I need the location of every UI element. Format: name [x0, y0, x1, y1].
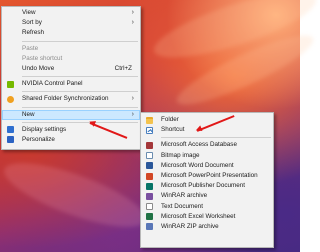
menu-item-refresh[interactable]: Refresh — [2, 28, 140, 38]
menu-item-label: Refresh — [22, 29, 45, 37]
menu-item-label: WinRAR archive — [161, 192, 208, 200]
menu-item-paste: Paste — [2, 44, 140, 54]
excel-icon — [146, 213, 153, 221]
menu-item-paste-shortcut: Paste shortcut — [2, 54, 140, 64]
submenu-arrow-icon: › — [131, 19, 134, 27]
menu-item-nvidia-control-panel[interactable]: NVIDIA Control Panel — [2, 79, 140, 89]
menu-item-label: Paste shortcut — [22, 54, 63, 62]
word-icon — [146, 162, 153, 170]
submenu-item-text-document[interactable]: Text Document — [141, 202, 273, 212]
menu-item-label: Personalize — [22, 135, 55, 143]
menu-item-label: Undo Move — [22, 64, 55, 72]
menu-separator — [22, 91, 138, 93]
submenu-item-folder[interactable]: Folder — [141, 115, 273, 125]
display-icon — [7, 126, 14, 134]
menu-item-sort-by[interactable]: Sort by › — [2, 18, 140, 28]
menu-separator — [22, 76, 138, 78]
powerpoint-icon — [146, 172, 153, 180]
menu-item-undo-move[interactable]: Undo Move Ctrl+Z — [2, 64, 140, 74]
submenu-item-bitmap-image[interactable]: Bitmap image — [141, 151, 273, 161]
menu-item-label: Paste — [22, 44, 39, 52]
new-submenu: Folder Shortcut Microsoft Access Databas… — [140, 112, 274, 248]
text-icon — [146, 203, 153, 211]
submenu-item-winrar-zip-archive[interactable]: WinRAR ZIP archive — [141, 222, 273, 232]
menu-item-label: Display settings — [22, 125, 67, 133]
sync-icon — [7, 95, 14, 103]
submenu-item-publisher-document[interactable]: Microsoft Publisher Document — [141, 181, 273, 191]
menu-separator — [22, 40, 138, 42]
menu-item-shared-folder-sync[interactable]: Shared Folder Synchronization › — [2, 94, 140, 104]
desktop-context-menu: View › Sort by › Refresh Paste Paste sho… — [1, 6, 141, 150]
menu-separator — [22, 121, 138, 123]
menu-separator — [22, 106, 138, 108]
menu-item-label: WinRAR ZIP archive — [161, 222, 219, 230]
menu-item-label: Microsoft Word Document — [161, 161, 234, 169]
nvidia-icon — [7, 80, 14, 88]
menu-item-label: Folder — [161, 116, 179, 123]
submenu-item-winrar-archive[interactable]: WinRAR archive — [141, 191, 273, 201]
submenu-arrow-icon: › — [131, 9, 134, 16]
menu-item-label: Bitmap image — [161, 151, 200, 159]
publisher-icon — [146, 182, 153, 190]
bitmap-icon — [146, 152, 153, 160]
menu-item-label: Sort by — [22, 19, 42, 27]
menu-item-label: Microsoft Access Database — [161, 141, 237, 149]
menu-item-label: Microsoft Publisher Document — [161, 182, 245, 190]
menu-item-label: Microsoft PowerPoint Presentation — [161, 171, 258, 179]
shortcut-hint: Ctrl+Z — [114, 64, 132, 72]
submenu-item-access-database[interactable]: Microsoft Access Database — [141, 140, 273, 150]
submenu-arrow-icon: › — [131, 110, 134, 118]
menu-item-label: View — [22, 9, 36, 16]
folder-icon — [146, 116, 153, 124]
menu-item-personalize[interactable]: Personalize — [2, 135, 140, 145]
menu-item-label: Microsoft Excel Worksheet — [161, 212, 236, 220]
shortcut-icon — [146, 126, 153, 134]
winrar-icon — [146, 192, 153, 200]
submenu-item-word-document[interactable]: Microsoft Word Document — [141, 161, 273, 171]
menu-item-label: Shared Folder Synchronization — [22, 95, 109, 103]
menu-item-label: NVIDIA Control Panel — [22, 80, 83, 88]
menu-separator — [161, 137, 271, 139]
menu-item-label: Shortcut — [161, 126, 185, 134]
access-icon — [146, 141, 153, 149]
menu-item-new[interactable]: New › — [2, 109, 140, 120]
menu-item-label: Text Document — [161, 202, 203, 210]
menu-item-view[interactable]: View › — [2, 8, 140, 18]
menu-item-label: New — [22, 110, 35, 118]
submenu-item-excel-worksheet[interactable]: Microsoft Excel Worksheet — [141, 212, 273, 222]
zip-icon — [146, 223, 153, 231]
submenu-item-powerpoint-presentation[interactable]: Microsoft PowerPoint Presentation — [141, 171, 273, 181]
personalize-icon — [7, 136, 14, 144]
submenu-arrow-icon: › — [131, 95, 134, 103]
